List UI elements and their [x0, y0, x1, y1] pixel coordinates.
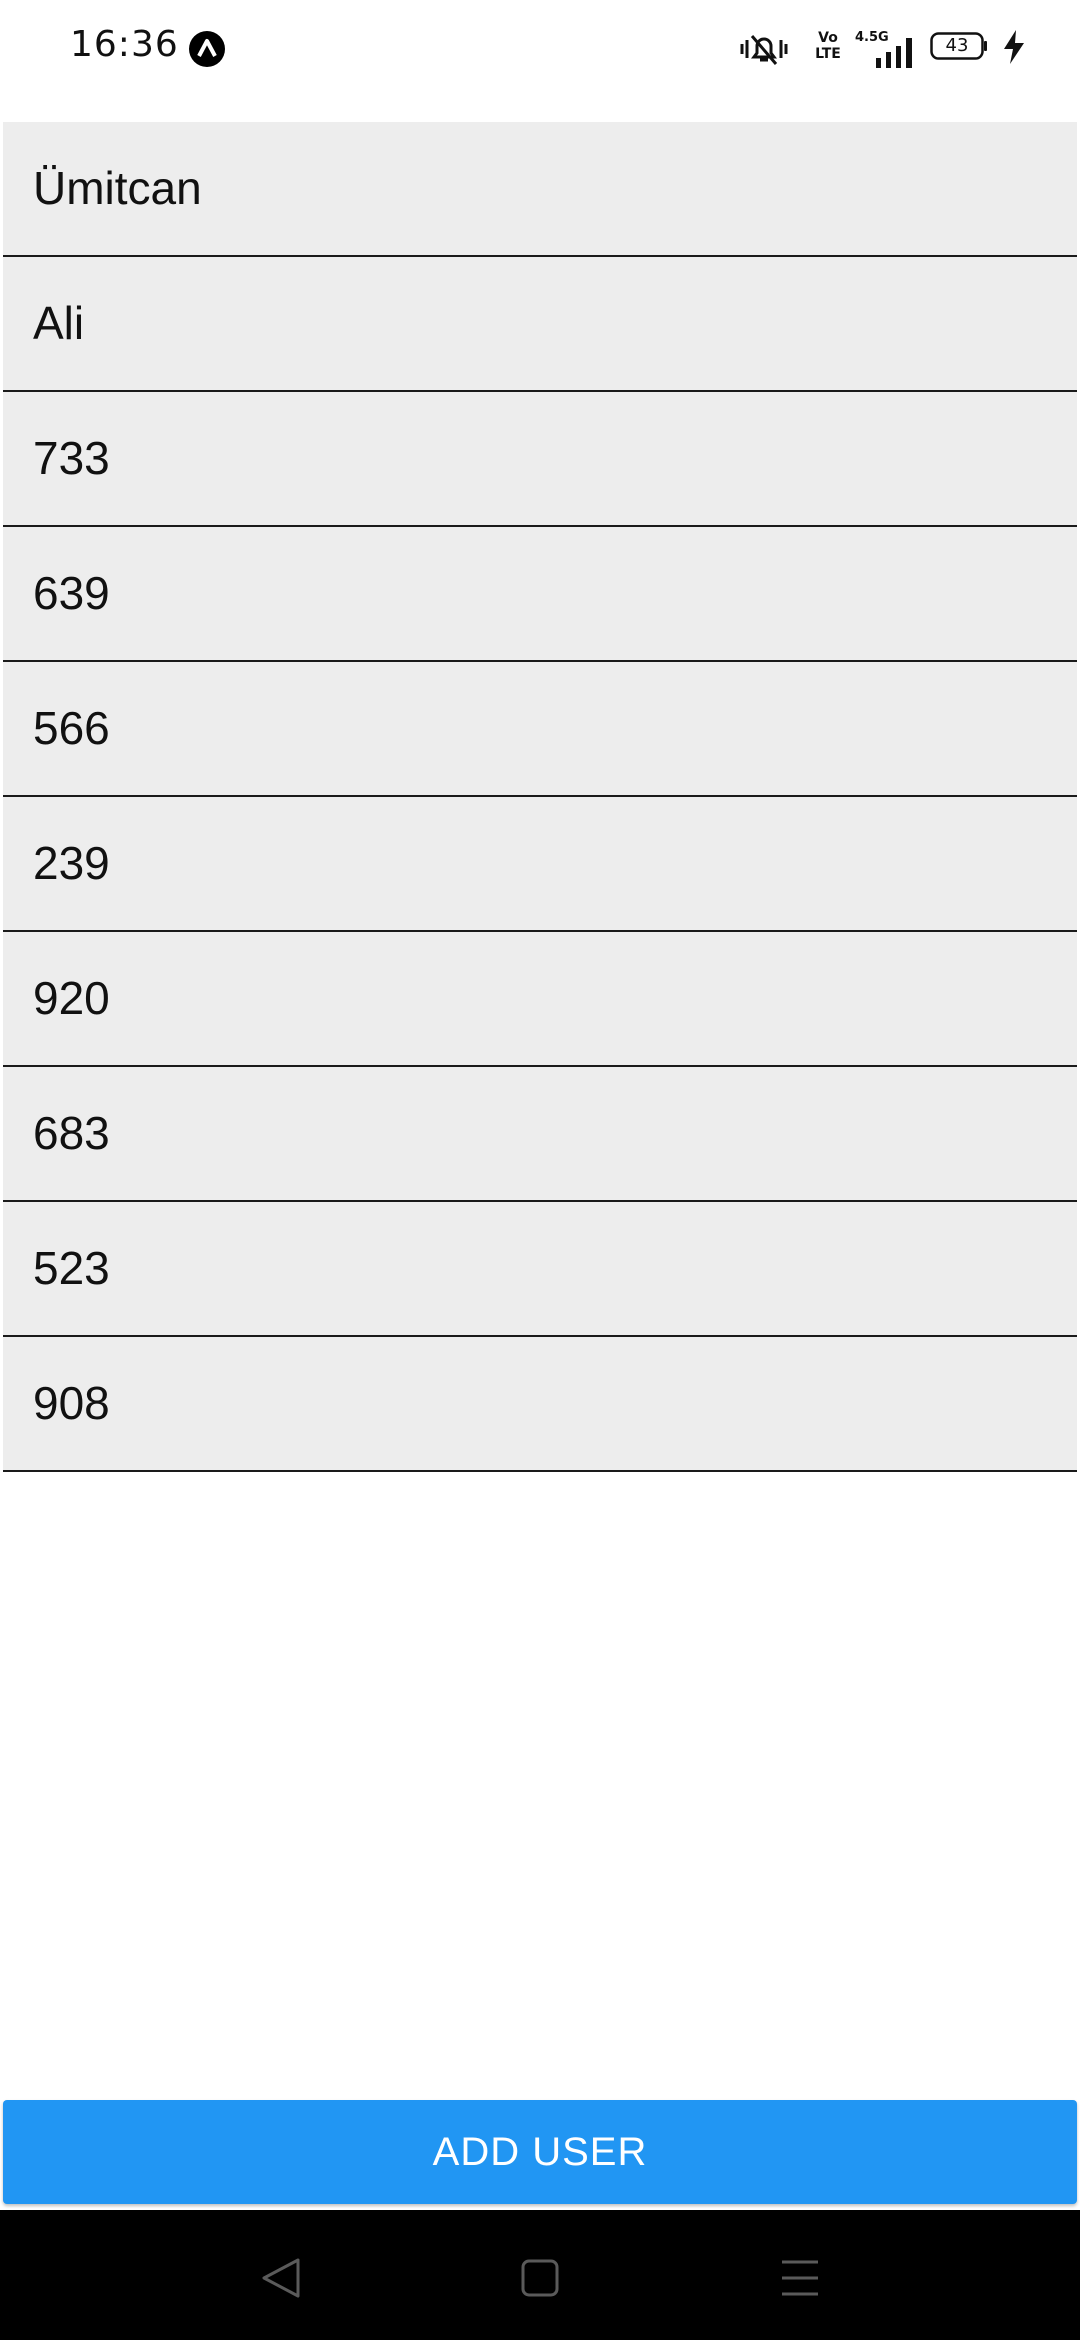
battery-level: 43 — [945, 35, 969, 56]
list-item-label: 639 — [33, 567, 110, 619]
back-icon[interactable] — [250, 2248, 310, 2308]
home-icon[interactable] — [510, 2248, 570, 2308]
list-item[interactable]: 733 — [3, 392, 1077, 527]
vibrate-mute-icon — [740, 35, 788, 65]
volte-bottom-label: LTE — [815, 46, 841, 62]
list-item-label: 239 — [33, 837, 110, 889]
list-item[interactable]: 920 — [3, 932, 1077, 1067]
list-item[interactable]: Ali — [3, 257, 1077, 392]
volte-top-label: Vo — [818, 30, 838, 46]
signal-strength-icon — [876, 38, 912, 68]
list-item-label: 908 — [33, 1377, 110, 1429]
battery-indicator: 43 — [930, 32, 988, 60]
list-item-label: 566 — [33, 702, 110, 754]
list-item-label: 523 — [33, 1242, 110, 1294]
status-time: 16:36 — [70, 24, 179, 65]
system-navigation-bar — [0, 2210, 1080, 2340]
volte-indicator: Vo LTE — [814, 30, 842, 62]
list-item[interactable]: 639 — [3, 527, 1077, 662]
list-item[interactable]: Ümitcan — [3, 122, 1077, 257]
add-user-button[interactable]: ADD USER — [3, 2100, 1077, 2204]
menu-icon[interactable] — [770, 2248, 830, 2308]
list-item[interactable]: 908 — [3, 1337, 1077, 1472]
list-item-label: Ali — [33, 297, 85, 349]
list-item-label: 920 — [33, 972, 110, 1024]
list-item-label: 683 — [33, 1107, 110, 1159]
list-item[interactable]: 523 — [3, 1202, 1077, 1337]
status-bar: 16:36 Vo LTE 4.5G 43 — [0, 0, 1080, 100]
list-item[interactable]: 683 — [3, 1067, 1077, 1202]
list-item-label: Ümitcan — [33, 162, 202, 214]
list-item[interactable]: 239 — [3, 797, 1077, 932]
app-notification-icon — [189, 31, 225, 67]
list-item[interactable]: 566 — [3, 662, 1077, 797]
user-list: Ümitcan Ali 733 639 566 239 920 683 523 … — [3, 122, 1077, 1472]
list-item-label: 733 — [33, 432, 110, 484]
charging-icon — [1004, 30, 1024, 64]
